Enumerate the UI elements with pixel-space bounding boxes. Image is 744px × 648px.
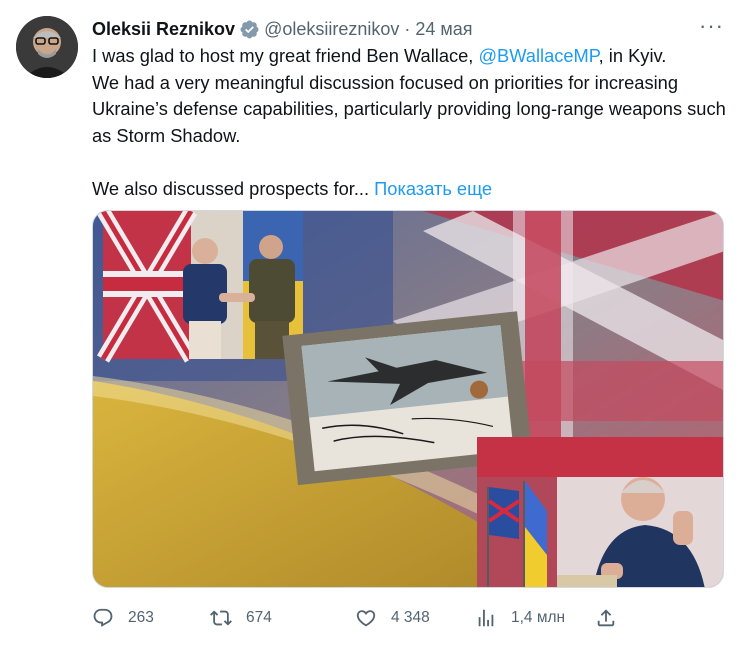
text-segment: We also discussed prospects for... (92, 177, 375, 199)
more-options-button[interactable]: ··· (699, 15, 724, 37)
reply-button[interactable]: 263 (92, 607, 210, 629)
text-segment: I was glad to host my great friend Ben W… (92, 45, 479, 66)
retweet-button[interactable]: 674 (210, 607, 355, 629)
share-icon (597, 609, 615, 627)
tweet-paragraph-2: We also discussed prospects for... Показ… (92, 176, 728, 203)
reply-count: 263 (128, 609, 154, 626)
tweet-photo[interactable] (92, 210, 724, 588)
tweet[interactable]: Oleksii Reznikov @oleksiireznikov · 24 м… (0, 0, 744, 648)
tweet-paragraph-1: I was glad to host my great friend Ben W… (92, 43, 728, 149)
tweet-text: I was glad to host my great friend Ben W… (92, 43, 728, 202)
views-count: 1,4 млн (511, 609, 566, 626)
mention-link[interactable]: @BWallaceMP (478, 45, 598, 66)
like-count: 4 348 (391, 609, 430, 626)
author-name[interactable]: Oleksii Reznikov (92, 19, 235, 40)
views-button[interactable]: 1,4 млн (475, 607, 595, 629)
author-handle[interactable]: @oleksiireznikov (264, 19, 399, 40)
like-button[interactable]: 4 348 (355, 607, 475, 629)
retweet-icon (210, 610, 232, 626)
show-more-link[interactable]: Показать еще (374, 178, 492, 199)
heart-icon (356, 610, 376, 627)
verified-badge-icon (240, 20, 259, 38)
tweet-date[interactable]: 24 мая (415, 19, 472, 40)
header-separator: · (404, 18, 411, 39)
avatar[interactable] (16, 16, 78, 78)
views-icon (478, 609, 494, 627)
share-button[interactable] (595, 607, 617, 629)
tweet-header: Oleksii Reznikov @oleksiireznikov · 24 м… (92, 14, 724, 44)
reply-icon (93, 608, 113, 627)
tweet-actions: 263 674 4 348 1,4 млн (92, 600, 632, 636)
retweet-count: 674 (246, 609, 272, 626)
